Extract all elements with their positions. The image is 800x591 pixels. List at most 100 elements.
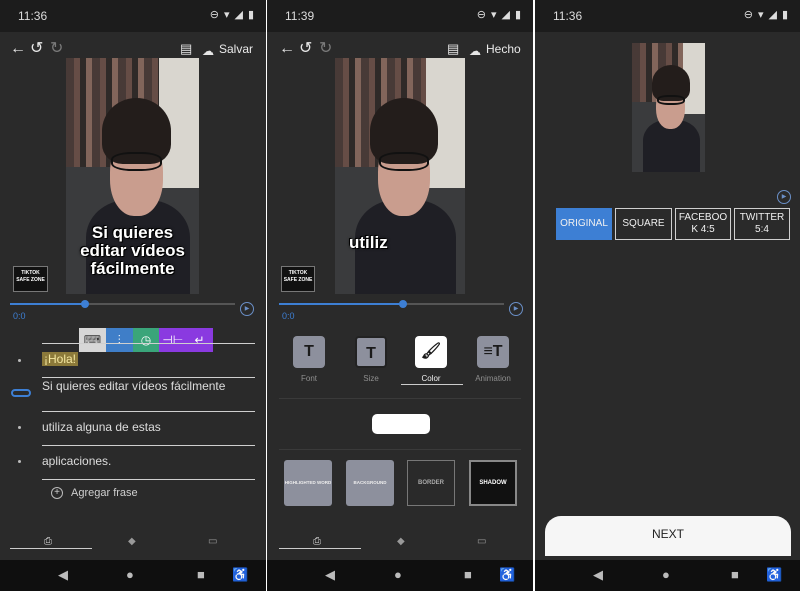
scrubber-knob[interactable] — [399, 300, 407, 308]
plus-icon: + — [51, 487, 63, 499]
undo-icon[interactable]: ↺ — [299, 40, 312, 58]
panel-text-style: 11:39 ⊖ ▾ ◢ ▮ ← ↺ ↻ ▤ ☁ Hecho utiliz TIK… — [267, 0, 533, 591]
size-icon: T — [355, 336, 387, 368]
tiktok-safe-zone-badge: TIKTOK SAFE ZONE — [281, 266, 315, 292]
status-time: 11:36 — [553, 9, 583, 23]
style-border[interactable]: BORDER — [407, 460, 455, 506]
sliders-icon[interactable]: ⫶ — [105, 328, 133, 352]
tab-layers-icon[interactable]: ◆ — [397, 536, 405, 547]
nav-recents-icon[interactable]: ■ — [197, 567, 205, 582]
keyboard-icon[interactable]: ⌨ — [79, 328, 106, 352]
phrase-item[interactable]: aplicaciones. — [42, 454, 255, 469]
play-icon[interactable]: ▶ — [777, 190, 791, 204]
accessibility-icon[interactable]: ♿ — [232, 567, 248, 583]
wifi-icon: ▾ — [757, 9, 764, 21]
add-phrase-button[interactable]: + Agregar frase — [51, 487, 138, 499]
accessibility-icon[interactable]: ♿ — [766, 567, 782, 583]
nav-recents-icon[interactable]: ■ — [464, 567, 472, 582]
video-preview[interactable]: Si quieres editar vídeos fácilmente — [66, 58, 199, 294]
clock-icon[interactable]: ◷ — [132, 328, 160, 352]
ratio-twitter-5-4[interactable]: TWITTER 5:4 — [734, 208, 790, 240]
video-preview[interactable]: utiliz — [335, 58, 465, 294]
phrase-item[interactable]: utiliza alguna de estas — [42, 420, 255, 435]
style-shadow[interactable]: SHADOW — [469, 460, 517, 506]
timeline-scrubber[interactable] — [279, 300, 504, 308]
timeline-scrubber[interactable] — [10, 300, 235, 308]
style-highlighted-word[interactable]: HIGHLIGHTED WORD — [284, 460, 332, 506]
nav-home-icon[interactable]: ● — [126, 567, 134, 582]
redo-icon[interactable]: ↻ — [50, 40, 63, 58]
time-label: 0:0 — [282, 311, 295, 321]
status-time: 11:39 — [285, 9, 315, 23]
style-background[interactable]: BACKGROUND — [346, 460, 394, 506]
nav-home-icon[interactable]: ● — [394, 567, 402, 582]
font-icon: T — [293, 336, 325, 368]
battery-icon: ▮ — [514, 9, 521, 21]
phrase-toolbar: ⌨ ⫶ ◷ ⊣⊢ ↵ — [79, 328, 213, 352]
tool-color[interactable]: 🖌 Color — [403, 336, 459, 383]
tool-animation[interactable]: ≡T Animation — [465, 336, 521, 383]
tab-subtitles-icon[interactable]: ⎙ — [44, 536, 52, 547]
status-bar: 11:36 ⊖ ▾ ◢ ▮ — [0, 0, 266, 32]
back-arrow-icon[interactable]: ← — [10, 40, 26, 58]
tool-font[interactable]: T Font — [281, 336, 337, 383]
phrase-item[interactable]: ¡Hola! — [42, 352, 255, 367]
time-label: 0:0 — [13, 311, 26, 321]
palette-icon[interactable]: ☁ — [469, 42, 481, 60]
nav-back-icon[interactable]: ◀ — [593, 567, 603, 583]
system-nav-bar: ◀ ● ■ ♿ — [0, 560, 266, 591]
phrase-item[interactable]: Si quieres editar vídeos fácilmente — [42, 379, 255, 394]
play-icon[interactable]: ▶ — [240, 302, 254, 316]
nav-home-icon[interactable]: ● — [662, 567, 670, 582]
color-swatch[interactable] — [372, 414, 430, 434]
nav-back-icon[interactable]: ◀ — [325, 567, 335, 583]
scrubber-knob[interactable] — [81, 300, 89, 308]
panel-aspect-ratio: 11:36 ⊖ ▾ ◢ ▮ ▶ ORIGINAL SQUARE FACEBOO … — [535, 0, 800, 591]
signal-icon: ◢ — [234, 9, 243, 21]
battery-icon: ▮ — [781, 9, 788, 21]
signal-icon: ◢ — [768, 9, 777, 21]
tab-layers-icon[interactable]: ◆ — [128, 536, 136, 547]
bottom-tabs: ⎙ ◆ ▭ — [267, 534, 533, 554]
video-caption: utiliz — [349, 233, 388, 252]
animation-icon: ≡T — [477, 336, 509, 368]
system-nav-bar: ◀ ● ■ ♿ — [535, 560, 800, 591]
battery-icon: ▮ — [247, 9, 254, 21]
status-bar: 11:39 ⊖ ▾ ◢ ▮ — [267, 0, 533, 32]
signal-icon: ◢ — [501, 9, 510, 21]
ratio-original[interactable]: ORIGINAL — [556, 208, 612, 240]
dnd-icon: ⊖ — [743, 9, 753, 21]
next-button[interactable]: NEXT — [545, 516, 791, 556]
dnd-icon: ⊖ — [476, 9, 486, 21]
undo-icon[interactable]: ↺ — [30, 40, 43, 58]
system-nav-bar: ◀ ● ■ ♿ — [267, 560, 533, 591]
tab-subtitles-icon[interactable]: ⎙ — [313, 536, 321, 547]
palette-icon[interactable]: ☁ — [202, 42, 214, 60]
ratio-square[interactable]: SQUARE — [615, 208, 672, 240]
tool-size[interactable]: T Size — [343, 336, 399, 383]
done-button[interactable]: Hecho — [486, 42, 521, 56]
tab-aspect-icon[interactable]: ▭ — [477, 536, 486, 547]
nav-back-icon[interactable]: ◀ — [58, 567, 68, 583]
wifi-icon: ▾ — [223, 9, 230, 21]
wifi-icon: ▾ — [490, 9, 497, 21]
play-icon[interactable]: ▶ — [509, 302, 523, 316]
ratio-facebook-4-5[interactable]: FACEBOO K 4:5 — [675, 208, 731, 240]
selected-phrase-indicator — [11, 389, 31, 397]
tab-aspect-icon[interactable]: ▭ — [208, 536, 217, 547]
accessibility-icon[interactable]: ♿ — [499, 567, 515, 583]
paint-bucket-icon: 🖌 — [415, 336, 447, 368]
nav-recents-icon[interactable]: ■ — [731, 567, 739, 582]
export-icon[interactable]: ▤ — [180, 40, 192, 58]
split-icon[interactable]: ⊣⊢ — [159, 328, 187, 352]
back-arrow-icon[interactable]: ← — [279, 40, 295, 58]
dnd-icon: ⊖ — [209, 9, 219, 21]
export-icon[interactable]: ▤ — [447, 40, 459, 58]
save-button[interactable]: Salvar — [219, 42, 253, 56]
redo-icon[interactable]: ↻ — [319, 40, 332, 58]
video-preview[interactable] — [632, 43, 705, 172]
enter-icon[interactable]: ↵ — [186, 328, 213, 352]
bottom-tabs: ⎙ ◆ ▭ — [0, 534, 266, 554]
panel-subtitle-editor: 11:36 ⊖ ▾ ◢ ▮ ← ↺ ↻ ▤ ☁ Salvar Si quiere… — [0, 0, 266, 591]
tiktok-safe-zone-badge: TIKTOK SAFE ZONE — [13, 266, 48, 292]
